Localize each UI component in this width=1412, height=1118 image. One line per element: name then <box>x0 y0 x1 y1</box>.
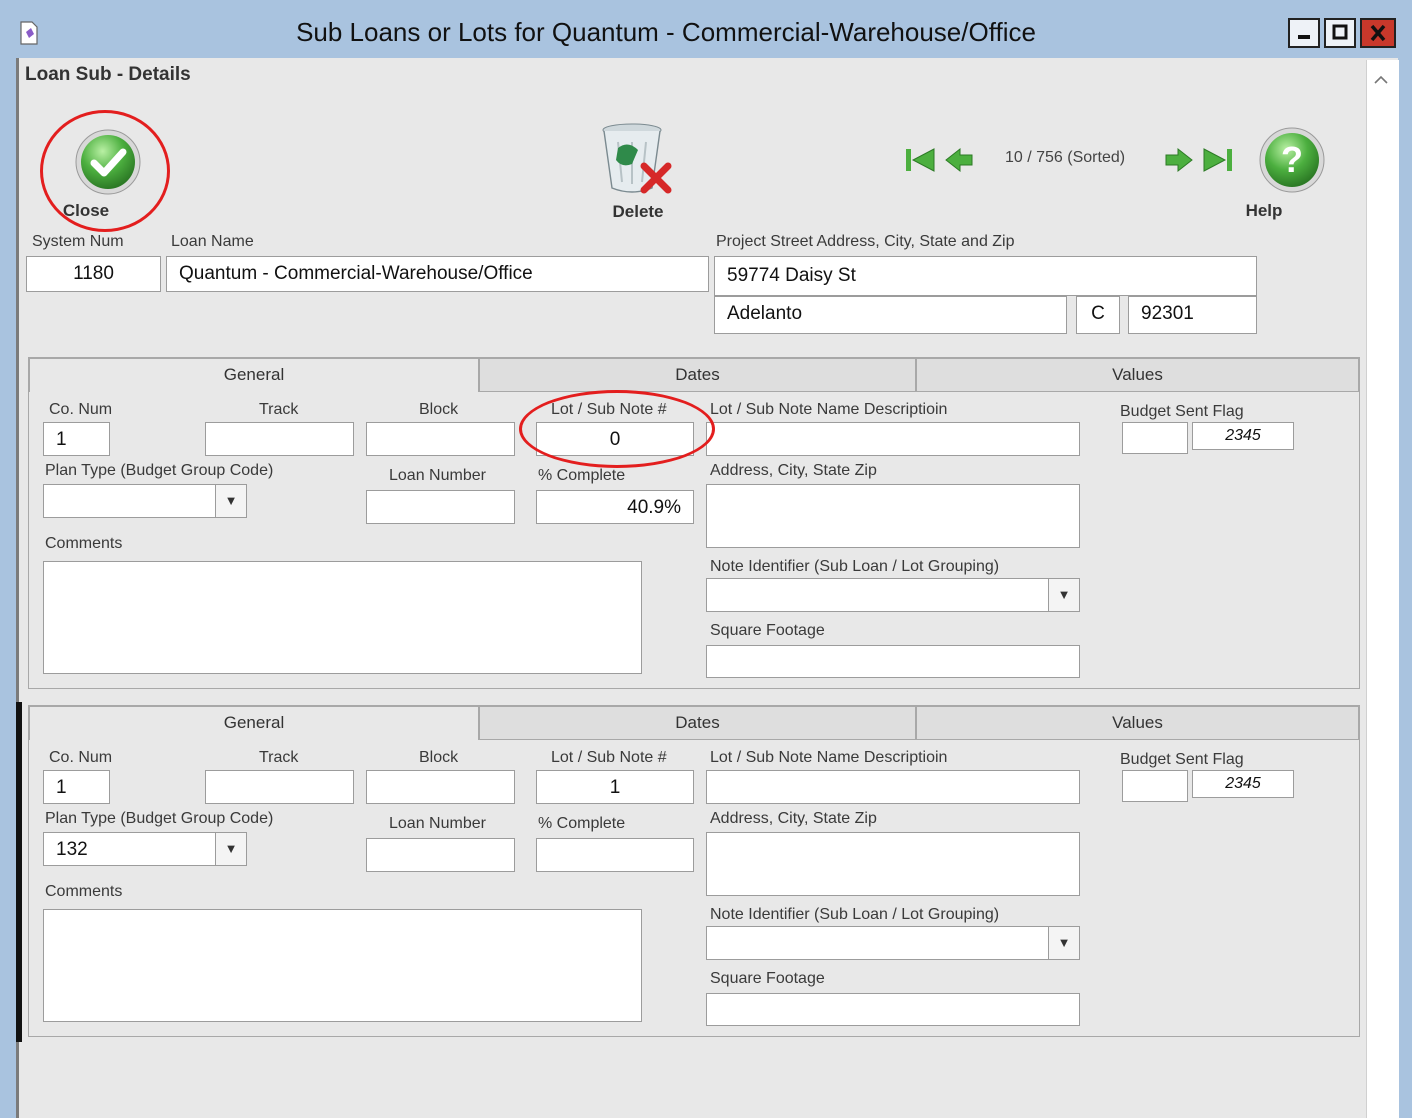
delete-button[interactable]: Delete <box>598 122 678 224</box>
comments-label: Comments <box>45 883 123 900</box>
svg-text:?: ? <box>1281 139 1303 180</box>
address-label: Address, City, State Zip <box>710 462 877 479</box>
block-field[interactable] <box>366 770 515 804</box>
square-footage-field[interactable] <box>706 993 1080 1026</box>
record-selector-bar <box>16 702 22 1042</box>
annotation-circle-close <box>40 110 170 232</box>
chevron-down-icon[interactable]: ▼ <box>1048 927 1079 959</box>
tab-dates[interactable]: Dates <box>479 358 916 392</box>
budget-sent-flag-field[interactable] <box>1122 770 1188 802</box>
plan-type-label: Plan Type (Budget Group Code) <box>45 462 274 479</box>
delete-label: Delete <box>612 202 664 221</box>
budget-sent-flag-field[interactable] <box>1122 422 1188 454</box>
comments-label: Comments <box>45 535 123 552</box>
system-num-field[interactable]: 1180 <box>26 256 161 292</box>
sub-loan-panel-2: General Dates Values Co. Num 1 Track Blo… <box>28 705 1360 1037</box>
next-record-icon[interactable] <box>1164 145 1194 175</box>
plan-type-value: 132 <box>56 839 88 860</box>
pct-complete-field[interactable] <box>536 838 694 872</box>
street-field[interactable]: 59774 Daisy St <box>714 256 1257 296</box>
lot-sub-note-label: Lot / Sub Note # <box>551 749 667 766</box>
city-field[interactable]: Adelanto <box>714 296 1067 334</box>
tab-values[interactable]: Values <box>916 706 1359 740</box>
tab-general[interactable]: General <box>29 358 479 392</box>
block-label: Block <box>419 401 459 418</box>
address-label: Address, City, State Zip <box>710 810 877 827</box>
square-footage-field[interactable] <box>706 645 1080 678</box>
square-footage-label: Square Footage <box>710 622 825 639</box>
budget-code-field[interactable]: 2345 <box>1192 422 1294 450</box>
chevron-down-icon[interactable]: ▼ <box>215 833 246 865</box>
plan-type-select[interactable]: 132 ▼ <box>43 832 247 866</box>
scroll-up-arrow-icon[interactable] <box>1366 62 1396 92</box>
window-title: Sub Loans or Lots for Quantum - Commerci… <box>296 17 1036 47</box>
note-identifier-label: Note Identifier (Sub Loan / Lot Grouping… <box>710 558 1000 575</box>
loan-number-field[interactable] <box>366 490 515 524</box>
loan-name-field[interactable]: Quantum - Commercial-Warehouse/Office <box>166 256 709 292</box>
last-record-icon[interactable] <box>1202 145 1234 175</box>
system-num-label: System Num <box>32 233 124 250</box>
maximize-button[interactable] <box>1324 18 1356 48</box>
lot-name-desc-field[interactable] <box>706 770 1080 804</box>
budget-sent-flag-label: Budget Sent Flag <box>1120 403 1244 420</box>
note-identifier-select[interactable]: ▼ <box>706 578 1080 612</box>
recycle-bin-icon <box>602 123 672 194</box>
budget-sent-flag-label: Budget Sent Flag <box>1120 751 1244 768</box>
record-position: 10 / 756 (Sorted) <box>1005 149 1126 166</box>
help-label: Help <box>1245 201 1283 220</box>
lot-name-desc-field[interactable] <box>706 422 1080 456</box>
tab-dates[interactable]: Dates <box>479 706 916 740</box>
loan-number-label: Loan Number <box>389 815 486 832</box>
address-field[interactable] <box>706 484 1080 548</box>
lot-name-desc-label: Lot / Sub Note Name Descriptioin <box>710 749 948 766</box>
vertical-scrollbar[interactable] <box>1366 60 1399 1118</box>
note-identifier-select[interactable]: ▼ <box>706 926 1080 960</box>
close-window-button[interactable] <box>1360 18 1396 48</box>
track-label: Track <box>259 401 299 418</box>
help-button[interactable]: ? Help <box>1240 124 1340 224</box>
plan-type-select[interactable]: ▼ <box>43 484 247 518</box>
lot-sub-note-field[interactable]: 1 <box>536 770 694 804</box>
track-field[interactable] <box>205 770 354 804</box>
track-label: Track <box>259 749 299 766</box>
comments-field[interactable] <box>43 909 642 1022</box>
loan-number-field[interactable] <box>366 838 515 872</box>
block-field[interactable] <box>366 422 515 456</box>
annotation-circle-lot-sub-note <box>519 390 715 468</box>
project-address-label: Project Street Address, City, State and … <box>716 233 1015 250</box>
co-num-field[interactable]: 1 <box>43 770 110 804</box>
chevron-down-icon[interactable]: ▼ <box>1048 579 1079 611</box>
note-identifier-label: Note Identifier (Sub Loan / Lot Grouping… <box>710 906 1000 923</box>
plan-type-label: Plan Type (Budget Group Code) <box>45 810 274 827</box>
co-num-label: Co. Num <box>49 749 113 766</box>
square-footage-label: Square Footage <box>710 970 825 987</box>
comments-field[interactable] <box>43 561 642 674</box>
tab-values[interactable]: Values <box>916 358 1359 392</box>
loan-name-label: Loan Name <box>171 233 254 250</box>
address-field[interactable] <box>706 832 1080 896</box>
chevron-down-icon[interactable]: ▼ <box>215 485 246 517</box>
pct-complete-field[interactable]: 40.9% <box>536 490 694 524</box>
zip-field[interactable]: 92301 <box>1128 296 1257 334</box>
pct-complete-label: % Complete <box>538 467 626 484</box>
section-title: Loan Sub - Details <box>25 64 191 85</box>
block-label: Block <box>419 749 459 766</box>
tab-general[interactable]: General <box>29 706 479 740</box>
loan-number-label: Loan Number <box>389 467 486 484</box>
lot-name-desc-label: Lot / Sub Note Name Descriptioin <box>710 401 948 418</box>
minimize-button[interactable] <box>1288 18 1320 48</box>
co-num-label: Co. Num <box>49 401 113 418</box>
budget-code-field[interactable]: 2345 <box>1192 770 1294 798</box>
state-field[interactable]: C <box>1076 296 1120 334</box>
pct-complete-label: % Complete <box>538 815 626 832</box>
help-icon: ? <box>1259 127 1325 193</box>
previous-record-icon[interactable] <box>944 145 974 175</box>
track-field[interactable] <box>205 422 354 456</box>
first-record-icon[interactable] <box>904 145 936 175</box>
co-num-field[interactable]: 1 <box>43 422 110 456</box>
